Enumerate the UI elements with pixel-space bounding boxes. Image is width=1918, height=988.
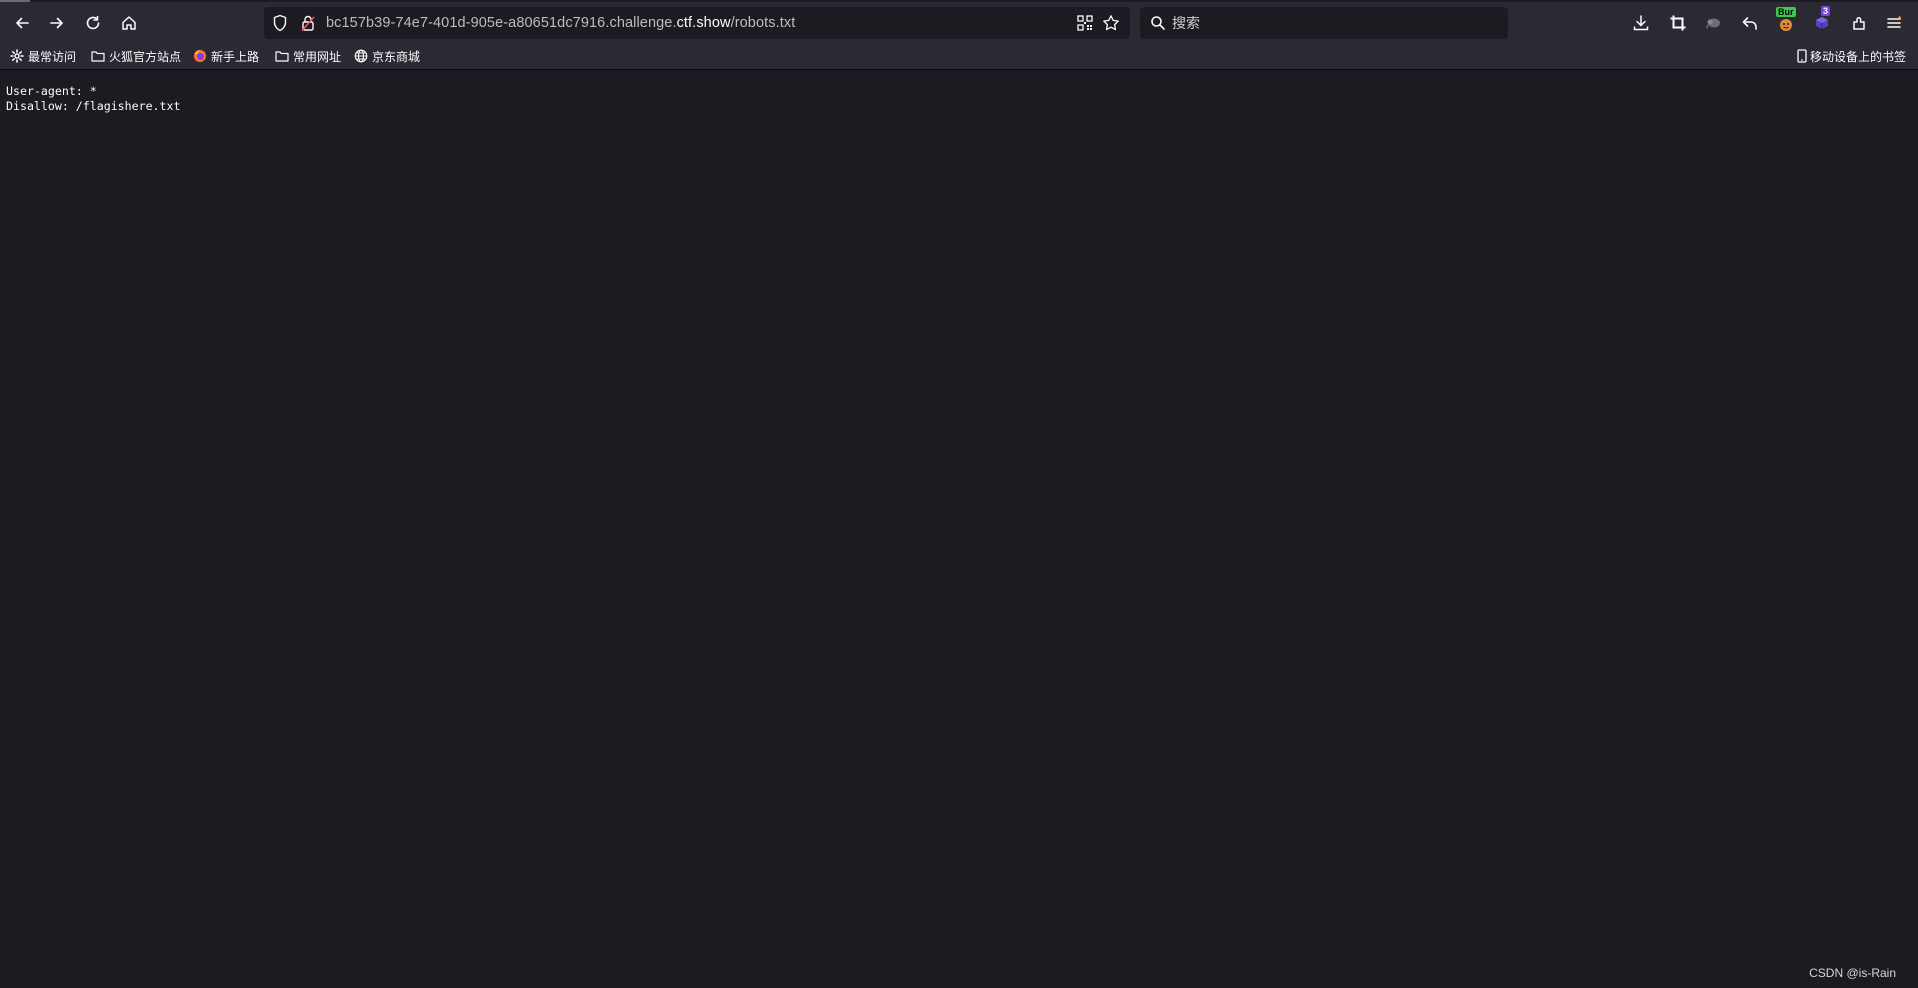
qr-code-icon[interactable] <box>1076 14 1094 32</box>
search-icon <box>1151 16 1165 30</box>
bookmark-common-sites[interactable]: 常用网址 <box>275 47 341 65</box>
search-placeholder: 搜索 <box>1172 15 1200 31</box>
browser-toolbar: bc157b39-74e7-401d-905e-a80651dc7916.cha… <box>0 0 1918 42</box>
robots-line-user-agent: User-agent: * <box>6 84 97 98</box>
search-bar[interactable]: 搜索 <box>1140 7 1508 39</box>
bookmark-getting-started[interactable]: 新手上路 <box>193 47 259 65</box>
cube-extension-icon <box>1816 17 1828 29</box>
star-icon[interactable] <box>1102 14 1120 32</box>
downloads-button[interactable] <box>1628 10 1654 36</box>
url-host: ctf.show <box>676 15 731 31</box>
forward-icon <box>50 17 63 29</box>
bookmark-jd-mall[interactable]: 京东商城 <box>354 47 420 65</box>
bookmark-most-visited[interactable]: 最常访问 <box>10 47 76 65</box>
robots-line-disallow: Disallow: /flagishere.txt <box>6 99 181 113</box>
lock-icon[interactable] <box>300 14 316 32</box>
home-button[interactable] <box>114 8 144 38</box>
elephant-icon <box>1706 18 1720 29</box>
menu-button[interactable] <box>1881 10 1907 36</box>
folder-icon <box>91 49 105 63</box>
mobile-icon <box>1797 49 1807 63</box>
globe-icon <box>354 49 368 63</box>
extensions-button[interactable] <box>1846 10 1872 36</box>
burp-extension-button[interactable]: Bur <box>1773 7 1799 36</box>
bookmark-label: 京东商城 <box>372 49 421 64</box>
bookmark-label: 移动设备上的书签 <box>1809 49 1906 64</box>
tab-indicator <box>0 0 30 2</box>
cube-extension-button[interactable]: 3 <box>1809 6 1835 36</box>
back-icon <box>16 17 29 29</box>
menu-icon <box>1887 15 1902 28</box>
burp-badge: Bur <box>1776 7 1796 17</box>
reload-button[interactable] <box>78 8 108 38</box>
home-icon <box>122 16 136 30</box>
url-prefix: bc157b39-74e7-401d-905e-a80651dc7916.cha… <box>326 15 677 31</box>
undo-icon <box>1742 17 1757 30</box>
gear-icon <box>10 49 24 63</box>
elephant-extension-button[interactable] <box>1701 10 1727 36</box>
extensions-icon <box>1853 16 1865 30</box>
shield-icon[interactable] <box>272 14 288 32</box>
robots-txt-content: User-agent: * Disallow: /flagishere.txt <box>6 84 181 114</box>
bookmark-label: 火狐官方站点 <box>109 49 182 64</box>
forward-button[interactable] <box>42 8 72 38</box>
reload-icon <box>86 15 100 30</box>
url-text[interactable]: bc157b39-74e7-401d-905e-a80651dc7916.cha… <box>326 14 795 32</box>
firefox-icon <box>193 49 207 63</box>
bookmark-label: 最常访问 <box>28 49 77 64</box>
csdn-watermark: CSDN @is-Rain <box>1809 966 1896 980</box>
undo-button[interactable] <box>1737 10 1763 36</box>
url-path: /robots.txt <box>730 15 796 31</box>
bookmark-label: 常用网址 <box>293 49 342 64</box>
download-icon <box>1633 15 1649 31</box>
url-bar[interactable]: bc157b39-74e7-401d-905e-a80651dc7916.cha… <box>264 7 1130 39</box>
back-button[interactable] <box>7 8 37 38</box>
count-badge: 3 <box>1821 6 1831 16</box>
crop-icon <box>1670 15 1686 31</box>
bookmark-label: 新手上路 <box>211 49 260 64</box>
bookmarks-toolbar: 最常访问 火狐官方站点 新手上路 常用网址 京东商城 移动设备上的书签 <box>0 42 1918 70</box>
bookmark-mobile[interactable]: 移动设备上的书签 <box>1797 47 1906 65</box>
folder-icon <box>275 49 289 63</box>
bookmark-firefox-sites[interactable]: 火狐官方站点 <box>91 47 181 65</box>
screenshot-button[interactable] <box>1665 10 1691 36</box>
